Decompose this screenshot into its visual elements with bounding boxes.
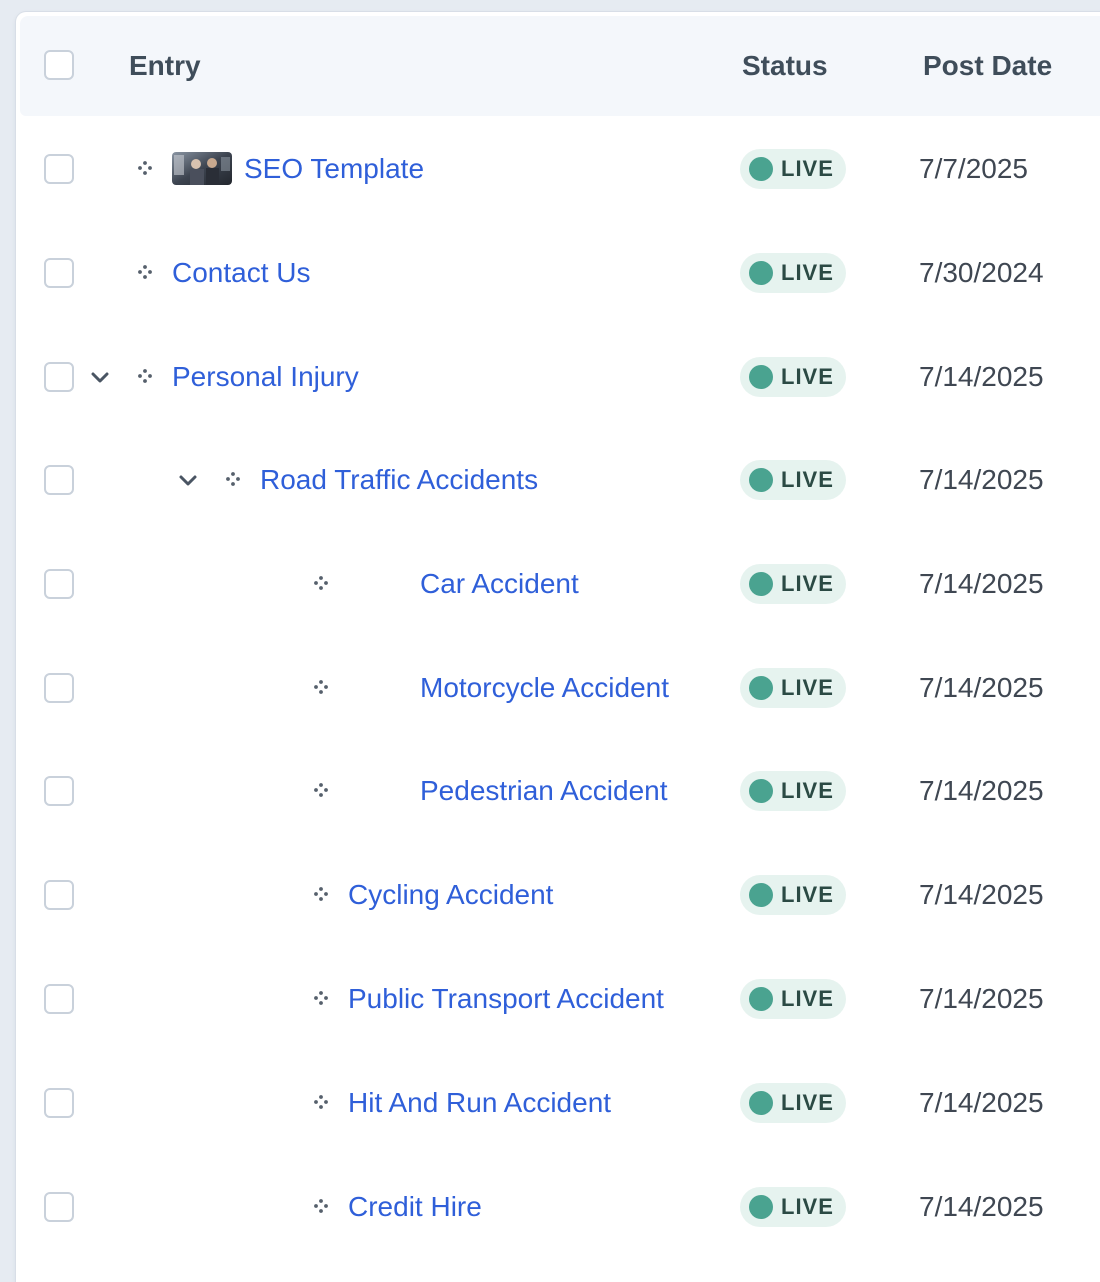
status-dot-icon	[749, 572, 773, 596]
entry-title-link[interactable]: Credit Hire	[348, 1155, 482, 1258]
move-handle-icon[interactable]	[137, 368, 153, 384]
status-dot-icon	[749, 157, 773, 181]
move-handle-icon[interactable]	[313, 886, 329, 902]
entries-table: Entry Status Post Date SEO Template LIVE…	[16, 12, 1100, 1282]
status-badge: LIVE	[740, 875, 846, 915]
status-badge: LIVE	[740, 357, 846, 397]
status-label: LIVE	[781, 882, 834, 907]
move-handle-icon[interactable]	[137, 160, 153, 176]
post-date: 7/14/2025	[919, 672, 1044, 703]
select-all-checkbox[interactable]	[44, 50, 74, 80]
post-date: 7/14/2025	[919, 1087, 1044, 1118]
table-row: Pedestrian Accident LIVE 7/14/2025	[16, 739, 1100, 842]
status-dot-icon	[749, 261, 773, 285]
move-handle-icon[interactable]	[313, 1198, 329, 1214]
status-badge: LIVE	[740, 979, 846, 1019]
status-badge: LIVE	[740, 1187, 846, 1227]
post-date: 7/14/2025	[919, 361, 1044, 392]
post-date: 7/14/2025	[919, 1191, 1044, 1222]
move-handle-icon[interactable]	[313, 575, 329, 591]
move-handle-icon[interactable]	[225, 471, 241, 487]
row-checkbox[interactable]	[44, 776, 74, 806]
status-label: LIVE	[781, 675, 834, 700]
table-row: Contact Us LIVE 7/30/2024	[16, 221, 1100, 324]
status-dot-icon	[749, 1091, 773, 1115]
post-date: 7/7/2025	[919, 153, 1028, 184]
status-dot-icon	[749, 779, 773, 803]
chevron-down-icon[interactable]	[176, 468, 200, 492]
status-badge: LIVE	[740, 253, 846, 293]
status-badge: LIVE	[740, 460, 846, 500]
status-dot-icon	[749, 676, 773, 700]
entry-title-link[interactable]: SEO Template	[244, 117, 424, 220]
entry-title-link[interactable]: Personal Injury	[172, 325, 359, 428]
post-date: 7/14/2025	[919, 983, 1044, 1014]
status-label: LIVE	[781, 778, 834, 803]
status-label: LIVE	[781, 260, 834, 285]
entry-title-link[interactable]: Cycling Accident	[348, 843, 553, 946]
status-label: LIVE	[781, 571, 834, 596]
table-row: SEO Template LIVE 7/7/2025	[16, 117, 1100, 220]
entry-title-link[interactable]: Motorcycle Accident	[420, 636, 669, 739]
table-row: Credit Hire LIVE 7/14/2025	[16, 1155, 1100, 1258]
entry-title-link[interactable]: Road Traffic Accidents	[260, 428, 538, 531]
post-date: 7/14/2025	[919, 879, 1044, 910]
status-badge: LIVE	[740, 668, 846, 708]
post-date: 7/14/2025	[919, 464, 1044, 495]
status-label: LIVE	[781, 364, 834, 389]
status-badge: LIVE	[740, 149, 846, 189]
row-checkbox[interactable]	[44, 880, 74, 910]
table-row: Public Transport Accident LIVE 7/14/2025	[16, 947, 1100, 1050]
status-dot-icon	[749, 1195, 773, 1219]
status-badge: LIVE	[740, 564, 846, 604]
table-row: Personal Injury LIVE 7/14/2025	[16, 325, 1100, 428]
table-row: Cycling Accident LIVE 7/14/2025	[16, 843, 1100, 946]
post-date: 7/14/2025	[919, 775, 1044, 806]
entry-title-link[interactable]: Pedestrian Accident	[420, 739, 668, 842]
row-checkbox[interactable]	[44, 154, 74, 184]
entry-title-link[interactable]: Car Accident	[420, 532, 579, 635]
status-label: LIVE	[781, 1090, 834, 1115]
row-checkbox[interactable]	[44, 1192, 74, 1222]
status-dot-icon	[749, 883, 773, 907]
entry-thumbnail[interactable]	[172, 152, 232, 185]
status-label: LIVE	[781, 156, 834, 181]
entry-title-link[interactable]: Public Transport Accident	[348, 947, 664, 1050]
column-header-status[interactable]: Status	[742, 16, 828, 116]
row-checkbox[interactable]	[44, 465, 74, 495]
status-dot-icon	[749, 365, 773, 389]
table-row: Hit And Run Accident LIVE 7/14/2025	[16, 1051, 1100, 1154]
column-header-post-date[interactable]: Post Date	[923, 16, 1052, 116]
table-row: Road Traffic Accidents LIVE 7/14/2025	[16, 428, 1100, 531]
move-handle-icon[interactable]	[137, 264, 153, 280]
row-checkbox[interactable]	[44, 258, 74, 288]
status-badge: LIVE	[740, 1083, 846, 1123]
move-handle-icon[interactable]	[313, 782, 329, 798]
chevron-down-icon[interactable]	[88, 365, 112, 389]
table-header: Entry Status Post Date	[20, 16, 1100, 116]
table-row: Motorcycle Accident LIVE 7/14/2025	[16, 636, 1100, 739]
row-checkbox[interactable]	[44, 1088, 74, 1118]
move-handle-icon[interactable]	[313, 990, 329, 1006]
move-handle-icon[interactable]	[313, 1094, 329, 1110]
entry-title-link[interactable]: Hit And Run Accident	[348, 1051, 611, 1154]
table-row: Car Accident LIVE 7/14/2025	[16, 532, 1100, 635]
post-date: 7/30/2024	[919, 257, 1044, 288]
status-dot-icon	[749, 468, 773, 492]
column-header-entry[interactable]: Entry	[129, 16, 201, 116]
post-date: 7/14/2025	[919, 568, 1044, 599]
status-label: LIVE	[781, 467, 834, 492]
move-handle-icon[interactable]	[313, 679, 329, 695]
status-dot-icon	[749, 987, 773, 1011]
row-checkbox[interactable]	[44, 362, 74, 392]
status-badge: LIVE	[740, 771, 846, 811]
status-label: LIVE	[781, 986, 834, 1011]
row-checkbox[interactable]	[44, 673, 74, 703]
row-checkbox[interactable]	[44, 984, 74, 1014]
row-checkbox[interactable]	[44, 569, 74, 599]
entry-title-link[interactable]: Contact Us	[172, 221, 311, 324]
status-label: LIVE	[781, 1194, 834, 1219]
